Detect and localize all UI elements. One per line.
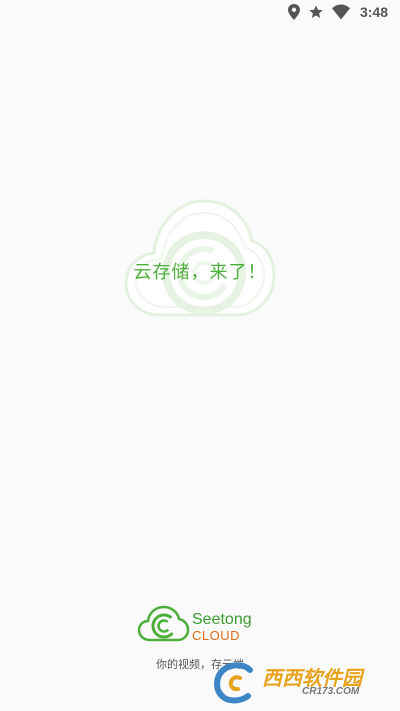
brand-sub: CLOUD [192, 628, 241, 643]
brand-name: Seetong [192, 611, 252, 628]
splash-slogan: 云存储，来了！ [133, 262, 267, 283]
location-icon [287, 4, 300, 20]
watermark-logo-icon [214, 662, 253, 704]
status-bar: 3:48 [0, 0, 400, 24]
status-time: 3:48 [359, 4, 388, 20]
brand-logo-block: Seetong CLOUD [138, 604, 262, 648]
seetong-logo-icon [138, 605, 190, 642]
star-icon [308, 4, 324, 20]
splash-screen: 3:48 云存储，来了！ Seetong CLOUD 你的视频，存云端 西西软件… [0, 0, 400, 711]
wifi-icon [331, 4, 350, 20]
watermark: 西西软件园 CR173.COM [210, 660, 390, 704]
watermark-sub: CR173.COM [302, 686, 360, 697]
